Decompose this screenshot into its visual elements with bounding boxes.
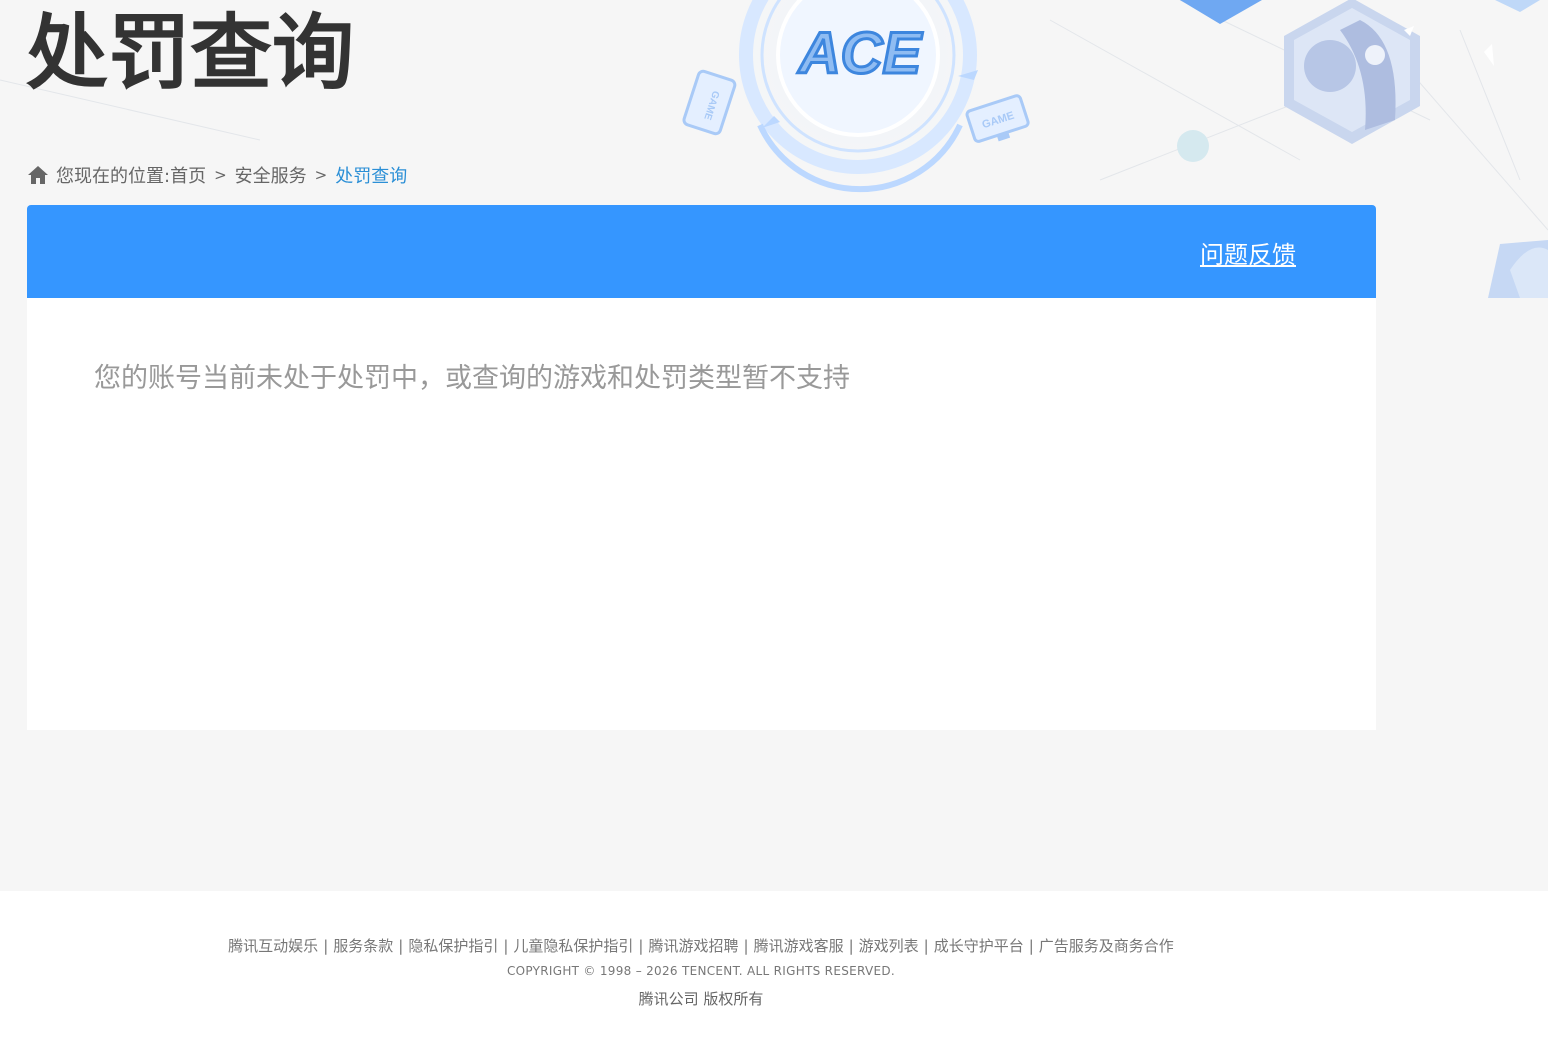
panel-body: 您的账号当前未处于处罚中，或查询的游戏和处罚类型暂不支持 — [27, 298, 1376, 730]
footer: 腾讯互动娱乐 | 服务条款 | 隐私保护指引 | 儿童隐私保护指引 | 腾讯游戏招聘 | 腾讯游戏客… — [0, 891, 1548, 1041]
footer-divider: | — [848, 937, 854, 955]
footer-link-business[interactable]: 广告服务及商务合作 — [1039, 937, 1174, 955]
logo-outer-ring — [739, 0, 977, 174]
character-portrait-hexagon — [1284, 0, 1420, 144]
footer-link-game-list[interactable]: 游戏列表 — [859, 937, 919, 955]
footer-divider: | — [743, 937, 749, 955]
breadcrumb-home-link[interactable]: 首页 — [170, 162, 206, 188]
svg-text:ACE: ACE — [797, 21, 924, 86]
company-rights: 腾讯公司 版权所有 — [638, 990, 764, 1008]
footer-links: 腾讯互动娱乐 | 服务条款 | 隐私保护指引 | 儿童隐私保护指引 | 腾讯游戏招聘 | 腾讯游戏客… — [0, 935, 1402, 956]
status-message: 您的账号当前未处于处罚中，或查询的游戏和处罚类型暂不支持 — [94, 363, 850, 394]
footer-divider: | — [323, 937, 329, 955]
footer-link-tencent-games[interactable]: 腾讯互动娱乐 — [228, 937, 318, 955]
character-portrait-edge — [1488, 240, 1548, 298]
breadcrumb-separator: > — [314, 166, 328, 184]
breadcrumb-separator: > — [214, 166, 227, 184]
footer-divider: | — [638, 937, 644, 955]
footer-link-child-privacy[interactable]: 儿童隐私保护指引 — [513, 937, 633, 955]
footer-link-support[interactable]: 腾讯游戏客服 — [754, 937, 844, 955]
footer-link-privacy[interactable]: 隐私保护指引 — [408, 937, 498, 955]
feedback-link[interactable]: 问题反馈 — [1200, 235, 1296, 270]
breadcrumb: 您现在的位置: 首页 > 安全服务 > 处罚查询 — [27, 162, 407, 188]
footer-link-growth-guard[interactable]: 成长守护平台 — [934, 937, 1024, 955]
footer-divider: | — [923, 937, 929, 955]
footer-link-jobs[interactable]: 腾讯游戏招聘 — [648, 937, 738, 955]
home-icon — [28, 166, 48, 184]
breadcrumb-current: 处罚查询 — [335, 166, 408, 187]
breadcrumb-prefix: 您现在的位置: — [56, 166, 171, 187]
copyright: COPYRIGHT © 1998 – 2026 TENCENT. ALL RIG… — [506, 964, 896, 978]
game-monitor-icon: GAME — [965, 94, 1030, 143]
footer-divider: | — [1028, 937, 1034, 955]
breadcrumb-security-link[interactable]: 安全服务 — [235, 162, 307, 188]
page-title: 处罚查询 — [26, 6, 355, 101]
footer-divider: | — [398, 937, 404, 955]
logo-glow — [708, 0, 1008, 205]
footer-link-terms[interactable]: 服务条款 — [333, 937, 393, 955]
ace-logo: ACE — [795, 20, 925, 88]
game-phone-icon: GAME — [682, 69, 737, 136]
page: GAME GAME ACE 处罚查询 您现在的位置: 首页 > 安全服务 > 处… — [0, 0, 1548, 1041]
svg-text:GAME: GAME — [981, 110, 1016, 132]
panel-header: 问题反馈 — [27, 205, 1376, 298]
svg-text:GAME: GAME — [701, 89, 721, 121]
footer-divider: | — [503, 937, 509, 955]
